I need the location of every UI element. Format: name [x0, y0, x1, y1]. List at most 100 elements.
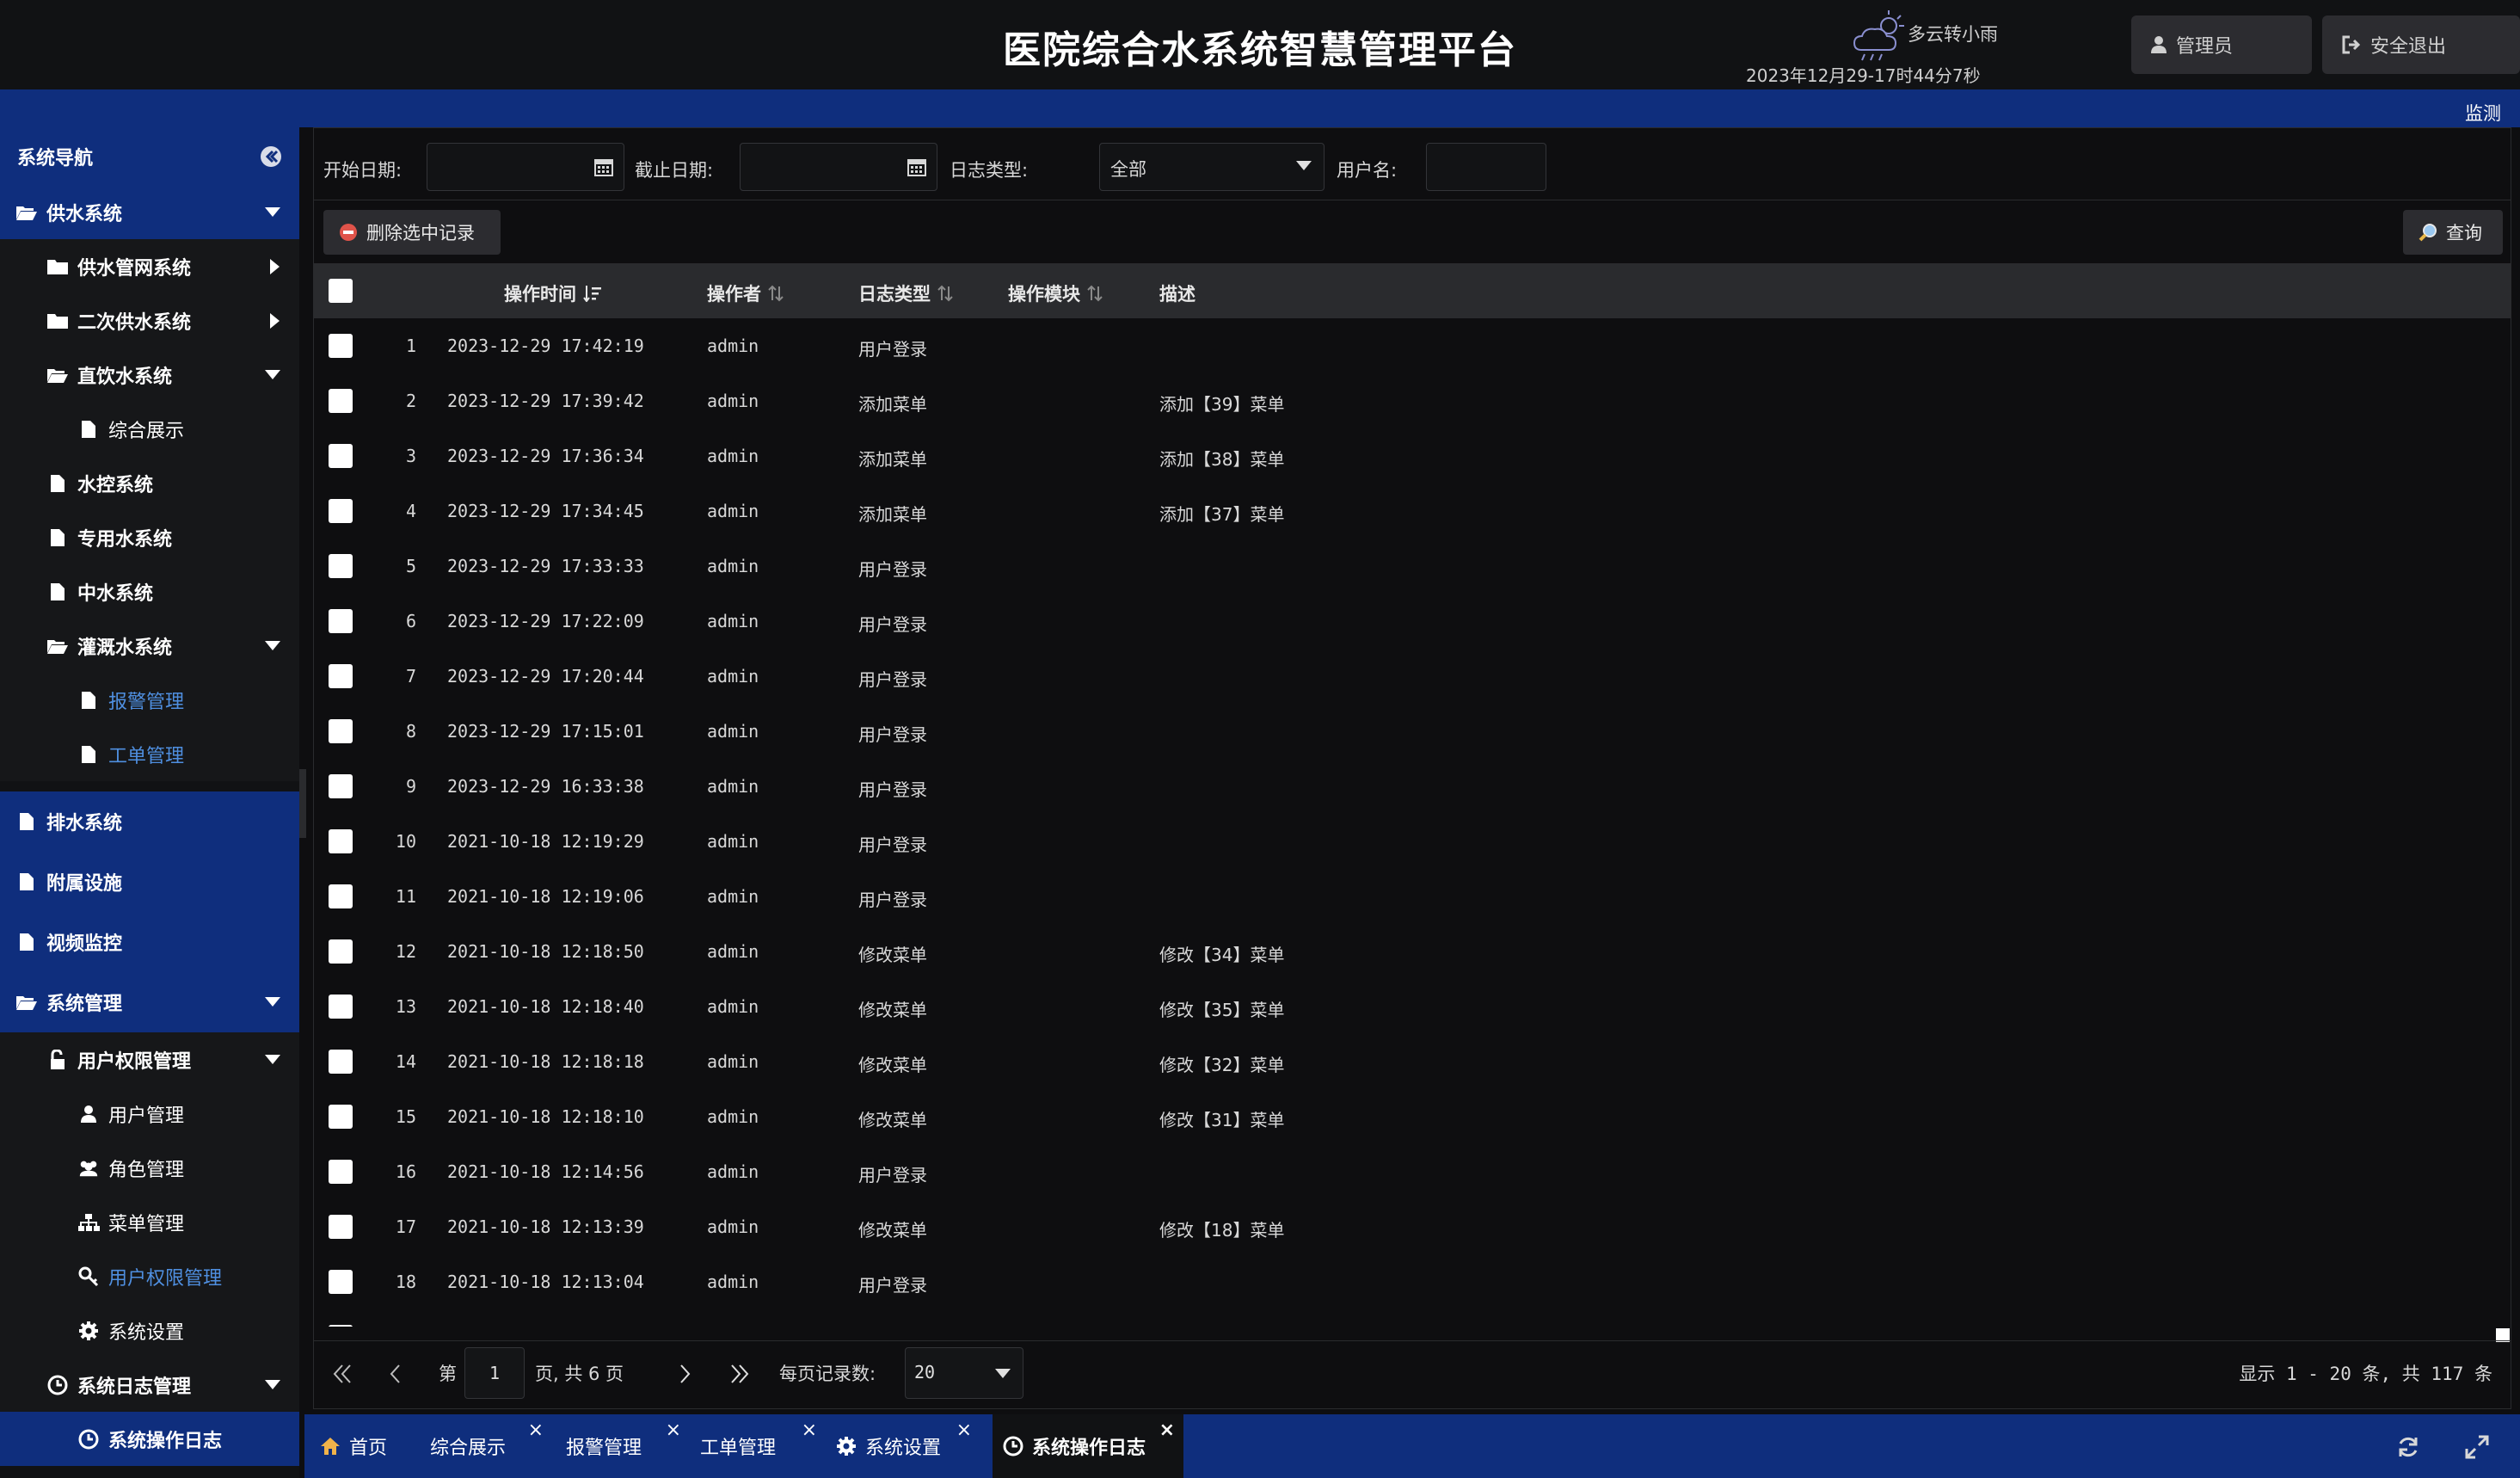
row-checkbox[interactable]	[329, 334, 353, 358]
table-row[interactable]: 13 2021-10-18 12:18:40 admin 修改菜单 修改【35】菜单	[313, 979, 2511, 1034]
fullscreen-icon[interactable]	[2465, 1435, 2489, 1459]
table-row[interactable]: 17 2021-10-18 12:13:39 admin 修改菜单 修改【18】菜单	[313, 1199, 2511, 1254]
table-row[interactable]: 15 2021-10-18 12:18:10 admin 修改菜单 修改【31】菜单	[313, 1089, 2511, 1144]
tab-home[interactable]: 首页	[320, 1414, 406, 1478]
sidebar-item-reclaimed-water[interactable]: 中水系统	[0, 564, 299, 619]
table-row[interactable]: 14 2021-10-18 12:18:18 admin 修改菜单 修改【32】菜单	[313, 1034, 2511, 1089]
sidebar-item-role-management[interactable]: 角色管理	[0, 1141, 299, 1195]
collapse-sidebar-icon[interactable]	[260, 145, 282, 168]
table-row[interactable]: 4 2023-12-29 17:34:45 admin 添加菜单 添加【37】菜单	[313, 483, 2511, 539]
row-checkbox[interactable]	[329, 1270, 353, 1294]
column-header-module[interactable]: 操作模块	[1008, 280, 1103, 306]
close-tab-icon[interactable]: ×	[1159, 1419, 1175, 1441]
log-type-select[interactable]: 全部	[1099, 143, 1325, 191]
row-checkbox[interactable]	[329, 554, 353, 578]
row-checkbox[interactable]	[329, 939, 353, 964]
table-row[interactable]: 1 2023-12-29 17:42:19 admin 用户登录	[313, 318, 2511, 373]
last-page-icon[interactable]	[729, 1362, 750, 1386]
sidebar-item-user-management[interactable]: 用户管理	[0, 1087, 299, 1141]
row-checkbox[interactable]	[329, 609, 353, 633]
close-tab-icon[interactable]: ×	[528, 1419, 544, 1441]
column-header-log-type[interactable]: 日志类型	[858, 280, 953, 306]
sidebar-item-supply-network[interactable]: 供水管网系统	[0, 239, 299, 293]
sort-icon[interactable]	[768, 285, 784, 302]
row-checkbox[interactable]	[329, 719, 353, 743]
row-checkbox[interactable]	[329, 389, 353, 413]
table-row[interactable]: 2 2023-12-29 17:39:42 admin 添加菜单 添加【39】菜单	[313, 373, 2511, 428]
delete-selected-button[interactable]: 删除选中记录	[323, 210, 501, 255]
table-row[interactable]: 12 2021-10-18 12:18:50 admin 修改菜单 修改【34】菜单	[313, 924, 2511, 979]
page-size-select[interactable]: 20	[905, 1347, 1023, 1399]
tab-overview[interactable]: 综合展示 ×	[415, 1414, 544, 1478]
table-row[interactable]: 3 2023-12-29 17:36:34 admin 添加菜单 添加【38】菜单	[313, 428, 2511, 483]
row-checkbox[interactable]	[329, 1105, 353, 1129]
splitter-handle[interactable]	[299, 769, 306, 838]
table-row[interactable]: 5 2023-12-29 17:33:33 admin 用户登录	[313, 539, 2511, 594]
table-row[interactable]: 8 2023-12-29 17:15:01 admin 用户登录	[313, 704, 2511, 759]
sidebar-item-log-management[interactable]: 系统日志管理	[0, 1358, 299, 1412]
sidebar-item-system-settings[interactable]: 系统设置	[0, 1303, 299, 1358]
tab-system-settings[interactable]: 系统设置 ×	[826, 1414, 972, 1478]
sidebar-item-menu-management[interactable]: 菜单管理	[0, 1195, 299, 1249]
row-checkbox[interactable]	[329, 995, 353, 1019]
sidebar-item-drainage[interactable]: 排水系统	[0, 791, 299, 852]
sidebar-item-system-management[interactable]: 系统管理	[0, 972, 299, 1032]
close-tab-icon[interactable]: ×	[666, 1419, 681, 1441]
column-header-operator[interactable]: 操作者	[707, 280, 784, 306]
table-row[interactable]: 6 2023-12-29 17:22:09 admin 用户登录	[313, 594, 2511, 649]
table-row[interactable]: 7 2023-12-29 17:20:44 admin 用户登录	[313, 649, 2511, 704]
table-row[interactable]: 10 2021-10-18 12:19:29 admin 用户登录	[313, 814, 2511, 869]
end-date-input[interactable]	[740, 143, 937, 191]
column-header-time[interactable]: 操作时间	[504, 280, 602, 306]
sidebar-item-work-order[interactable]: 工单管理	[0, 727, 299, 781]
calendar-icon[interactable]	[594, 157, 613, 176]
start-date-input[interactable]	[427, 143, 624, 191]
row-checkbox[interactable]	[329, 1050, 353, 1074]
sort-icon[interactable]	[937, 285, 953, 302]
sidebar-item-operation-log[interactable]: 系统操作日志	[0, 1412, 299, 1466]
calendar-icon[interactable]	[907, 157, 926, 176]
sort-icon[interactable]	[1087, 285, 1103, 302]
row-checkbox[interactable]	[329, 499, 353, 523]
sidebar-item-user-permission[interactable]: 用户权限管理	[0, 1032, 299, 1087]
close-tab-icon[interactable]: ×	[802, 1419, 817, 1441]
row-checkbox[interactable]	[329, 884, 353, 908]
sidebar-item-irrigation[interactable]: 灌溉水系统	[0, 619, 299, 673]
row-checkbox[interactable]	[329, 444, 353, 468]
first-page-icon[interactable]	[332, 1362, 353, 1386]
sidebar-item-alarm-management[interactable]: 报警管理	[0, 673, 299, 727]
admin-button[interactable]: 管理员	[2131, 15, 2312, 74]
logout-button[interactable]: 安全退出	[2322, 15, 2520, 74]
row-checkbox[interactable]	[329, 829, 353, 853]
refresh-icon[interactable]	[2396, 1435, 2420, 1459]
table-row[interactable]: 11 2021-10-18 12:19:06 admin 用户登录	[313, 869, 2511, 924]
query-button[interactable]: 查询	[2403, 210, 2503, 255]
close-tab-icon[interactable]: ×	[956, 1419, 972, 1441]
table-row[interactable]: 16 2021-10-18 12:14:56 admin 用户登录	[313, 1144, 2511, 1199]
sidebar-item-special-water[interactable]: 专用水系统	[0, 510, 299, 564]
prev-page-icon[interactable]	[389, 1362, 403, 1386]
sidebar-item-water-control[interactable]: 水控系统	[0, 456, 299, 510]
row-checkbox[interactable]	[329, 664, 353, 688]
sidebar-item-auxiliary[interactable]: 附属设施	[0, 852, 299, 912]
username-input[interactable]	[1426, 143, 1546, 191]
row-checkbox[interactable]	[329, 774, 353, 798]
sidebar-item-water-supply[interactable]: 供水系统	[0, 186, 299, 239]
tab-alarm-management[interactable]: 报警管理 ×	[552, 1414, 681, 1478]
row-checkbox[interactable]	[329, 1215, 353, 1239]
next-page-icon[interactable]	[678, 1362, 691, 1386]
sidebar-item-secondary-supply[interactable]: 二次供水系统	[0, 293, 299, 348]
tab-work-order[interactable]: 工单管理 ×	[688, 1414, 817, 1478]
sidebar-item-direct-drinking[interactable]: 直饮水系统	[0, 348, 299, 402]
sidebar-item-overview[interactable]: 综合展示	[0, 402, 299, 456]
sort-desc-icon[interactable]	[583, 285, 602, 302]
select-all-checkbox[interactable]	[329, 279, 353, 303]
table-row[interactable]: 9 2023-12-29 16:33:38 admin 用户登录	[313, 759, 2511, 814]
row-checkbox[interactable]	[329, 1325, 353, 1327]
tab-operation-log[interactable]: 系统操作日志 ×	[993, 1414, 1183, 1478]
sidebar-item-user-permission-page[interactable]: 用户权限管理	[0, 1249, 299, 1303]
row-checkbox[interactable]	[329, 1160, 353, 1184]
page-number-input[interactable]: 1	[464, 1347, 525, 1399]
column-header-description[interactable]: 描述	[1159, 280, 1195, 306]
table-row[interactable]: 18 2021-10-18 12:13:04 admin 用户登录	[313, 1254, 2511, 1309]
